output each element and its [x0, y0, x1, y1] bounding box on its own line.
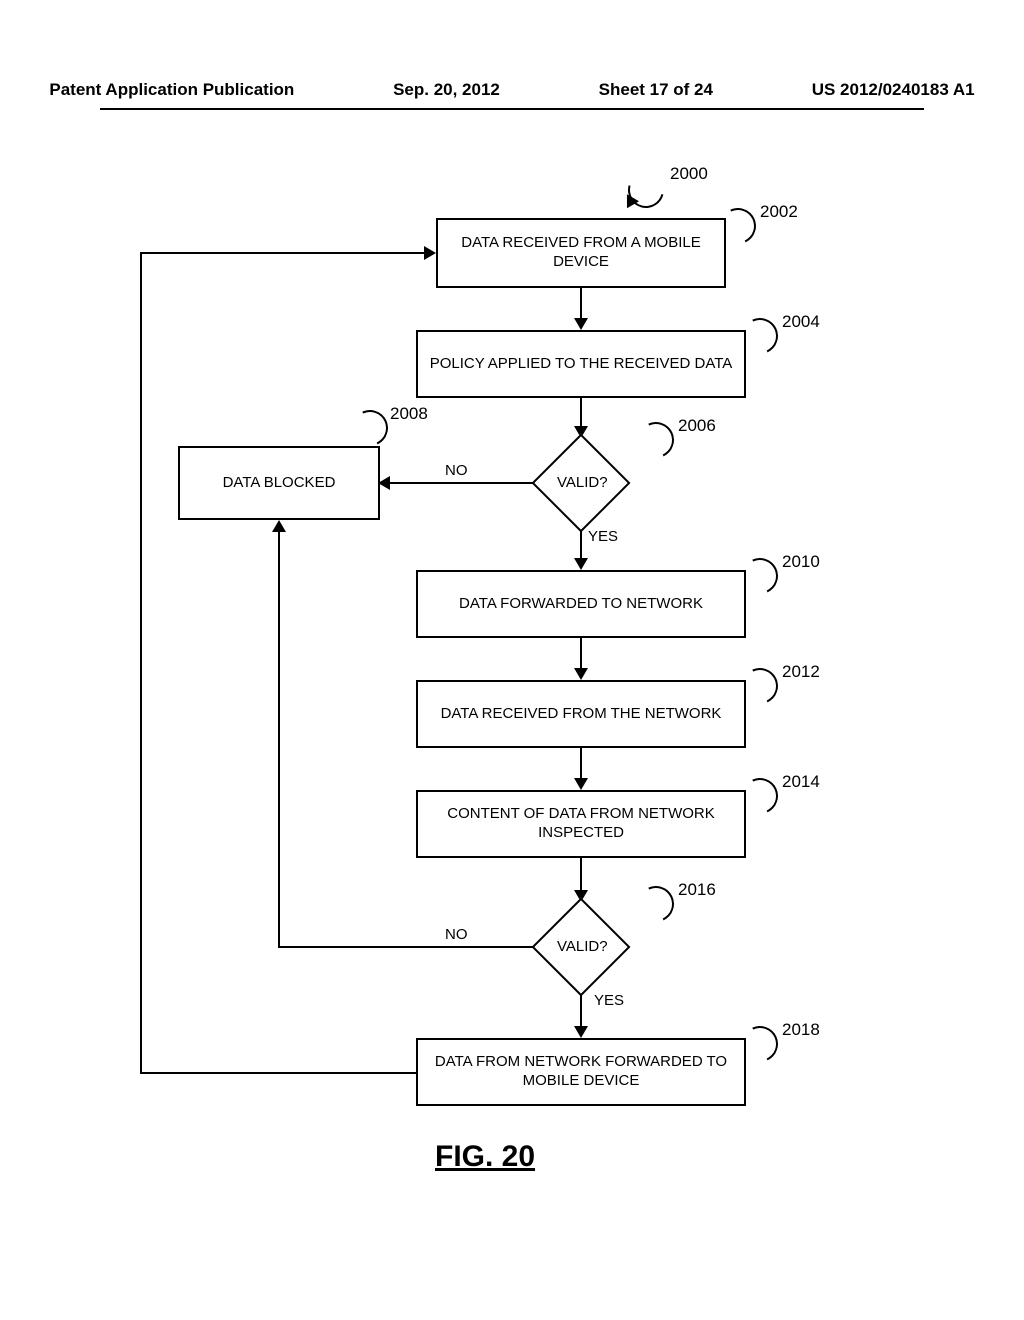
label-no-1: NO [445, 462, 468, 479]
arrow-head-2012-2014 [574, 778, 588, 790]
loop-back-h1 [140, 1072, 416, 1074]
box-content-inspected: CONTENT OF DATA FROM NETWORK INSPECTED [416, 790, 746, 858]
box-2014-text: CONTENT OF DATA FROM NETWORK INSPECTED [424, 805, 738, 843]
loop-back-v [140, 252, 142, 1074]
arrow-head-2006-yes [574, 558, 588, 570]
arrow-head-2002-2004 [574, 318, 588, 330]
box-data-forwarded-mobile: DATA FROM NETWORK FORWARDED TO MOBILE DE… [416, 1038, 746, 1106]
label-no-2: NO [445, 926, 468, 943]
page-header: Patent Application Publication Sep. 20, … [0, 80, 1024, 100]
header-rule [100, 108, 924, 110]
ref-2002: 2002 [760, 202, 798, 222]
ref-2006: 2006 [678, 416, 716, 436]
ref-2016: 2016 [678, 880, 716, 900]
ref-2010: 2010 [782, 552, 820, 572]
box-data-received-network: DATA RECEIVED FROM THE NETWORK [416, 680, 746, 748]
ref-2004: 2004 [782, 312, 820, 332]
sheet-num: Sheet 17 of 24 [599, 80, 713, 100]
ref-2014: 2014 [782, 772, 820, 792]
ref-2018: 2018 [782, 1020, 820, 1040]
box-policy-applied: POLICY APPLIED TO THE RECEIVED DATA [416, 330, 746, 398]
arrow-2012-2014 [580, 748, 582, 780]
arrow-2014-2016 [580, 858, 582, 894]
arrow-2016-no-h [278, 946, 534, 948]
ref-2008: 2008 [390, 404, 428, 424]
arrow-2016-yes [580, 994, 582, 1030]
box-data-received-mobile: DATA RECEIVED FROM A MOBILE DEVICE [436, 218, 726, 288]
loop-back-h2 [140, 252, 426, 254]
decision-valid-1 [532, 434, 631, 533]
arrow-2002-2004 [580, 288, 582, 320]
arrow-head-2016-yes [574, 1026, 588, 1038]
box-2008-text: DATA BLOCKED [223, 474, 336, 493]
box-2002-text: DATA RECEIVED FROM A MOBILE DEVICE [444, 234, 718, 272]
box-data-forwarded-network: DATA FORWARDED TO NETWORK [416, 570, 746, 638]
figure-title: FIG. 20 [435, 1140, 535, 1174]
arrow-2010-2012 [580, 638, 582, 670]
box-2010-text: DATA FORWARDED TO NETWORK [459, 595, 703, 614]
leader-2008 [347, 405, 393, 451]
box-data-blocked: DATA BLOCKED [178, 446, 380, 520]
pub-type: Patent Application Publication [49, 80, 294, 100]
leader-2006 [633, 417, 679, 463]
arrow-2016-no-v [278, 530, 280, 948]
pub-date: Sep. 20, 2012 [393, 80, 500, 100]
doc-num: US 2012/0240183 A1 [812, 80, 975, 100]
box-2012-text: DATA RECEIVED FROM THE NETWORK [441, 705, 722, 724]
ref-2000: 2000 [670, 164, 708, 184]
arrow-head-loop [424, 246, 436, 260]
ref-2012: 2012 [782, 662, 820, 682]
box-2018-text: DATA FROM NETWORK FORWARDED TO MOBILE DE… [424, 1053, 738, 1091]
arrow-2006-no [388, 482, 534, 484]
label-yes-1: YES [588, 528, 618, 545]
box-2004-text: POLICY APPLIED TO THE RECEIVED DATA [430, 355, 733, 374]
flowchart-diagram: 2000 DATA RECEIVED FROM A MOBILE DEVICE … [0, 160, 1024, 1160]
arrow-head-2010-2012 [574, 668, 588, 680]
arrow-head-2016-no [272, 520, 286, 532]
label-yes-2: YES [594, 992, 624, 1009]
decision-valid-2 [532, 898, 631, 997]
leader-2016 [633, 881, 679, 927]
